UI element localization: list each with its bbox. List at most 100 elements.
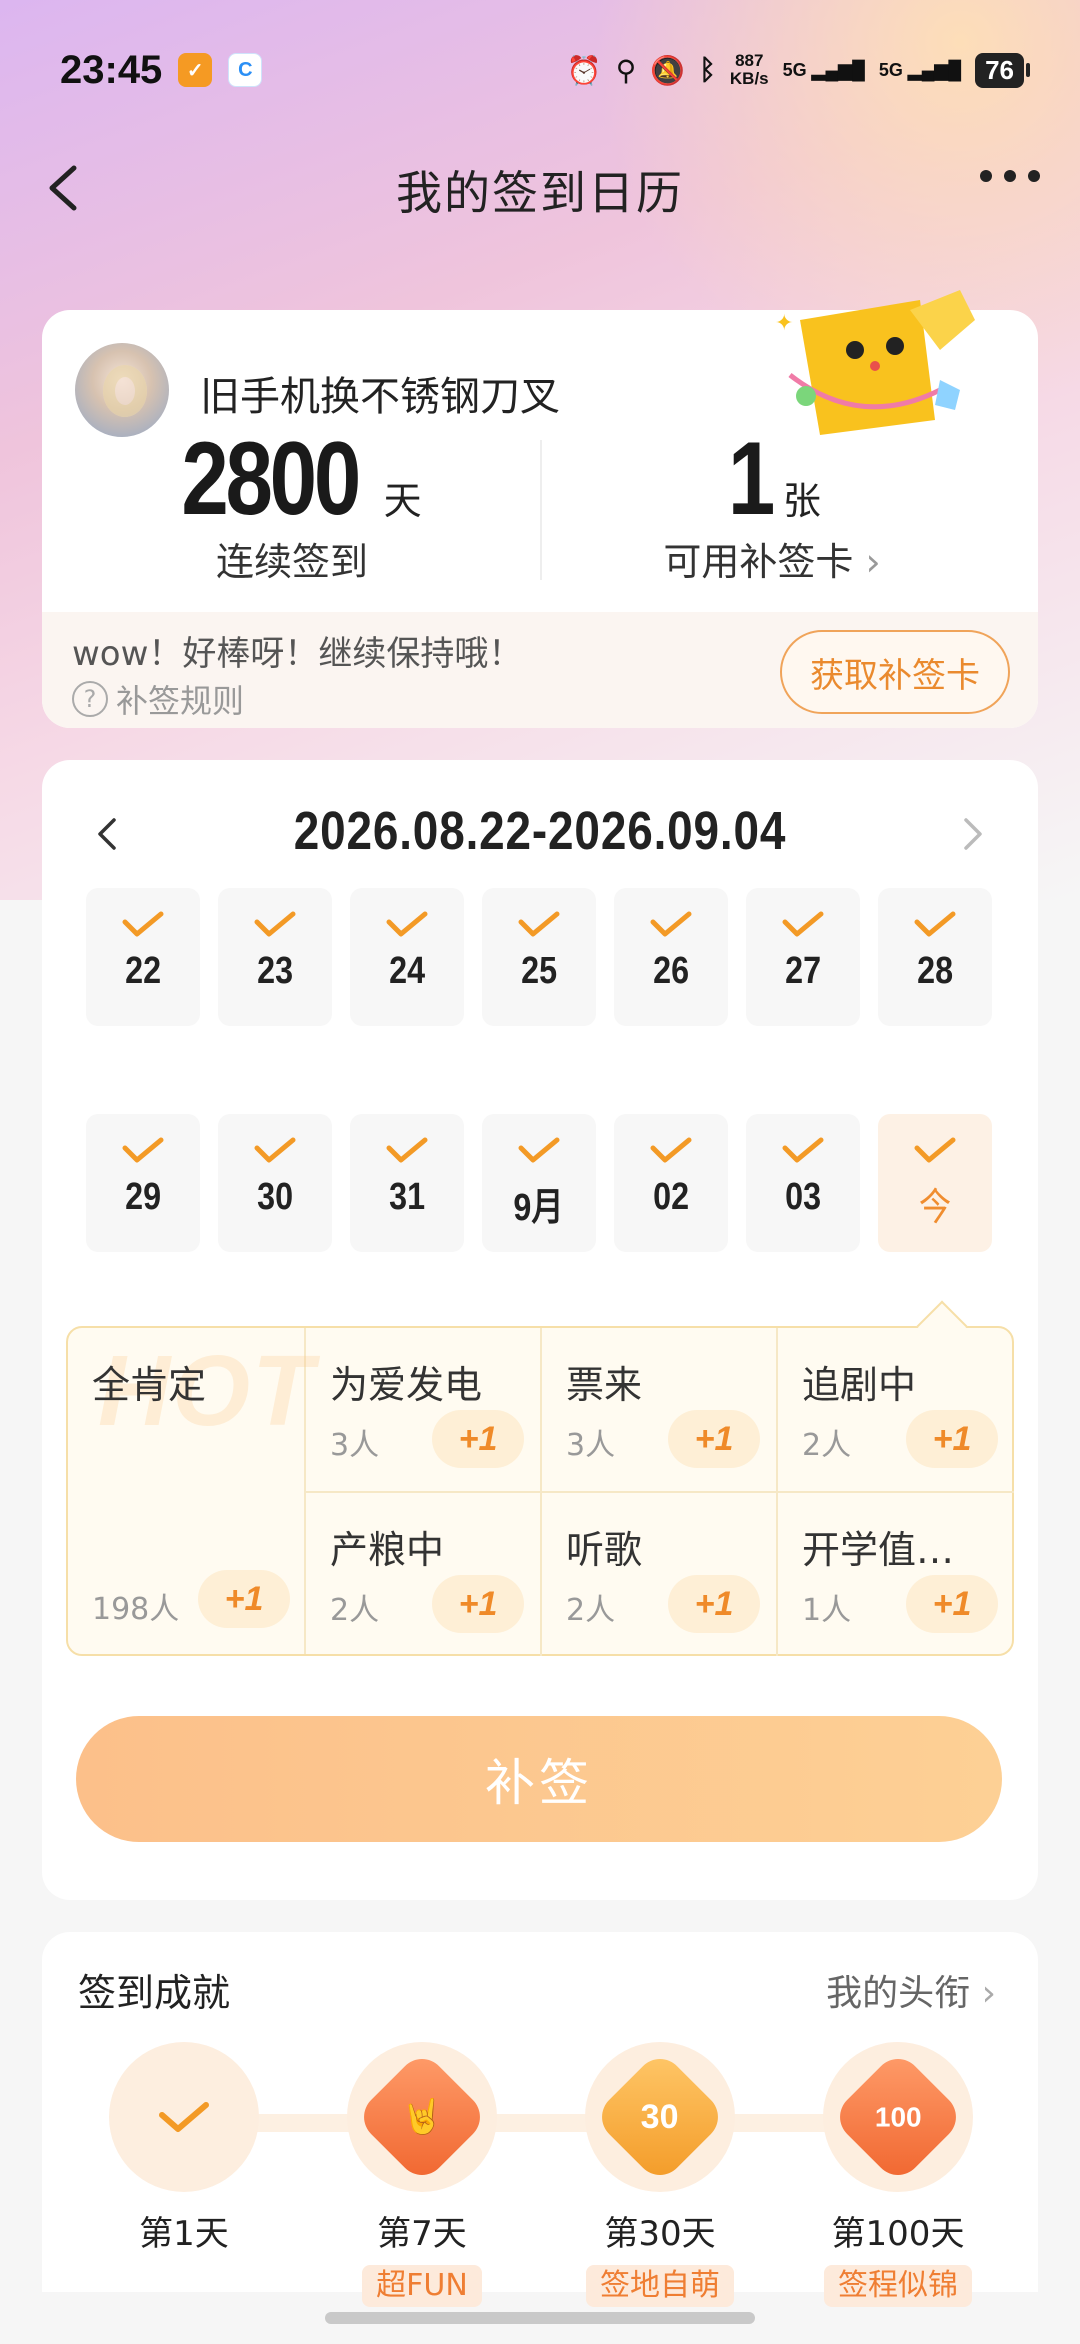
check-icon (122, 1137, 164, 1163)
check-icon (518, 911, 560, 937)
day-grid: 22 23 24 25 26 27 28 29 30 31 9月 02 03 今 (86, 888, 996, 1340)
battery-indicator: 76 (975, 52, 1030, 88)
plus-one-button[interactable]: +1 (906, 1410, 998, 1468)
nav-bar: 我的签到日历 (0, 140, 1080, 240)
achievements-title: 签到成就 (78, 1971, 231, 2015)
achievement-tag: 超FUN (362, 2265, 482, 2307)
chevron-right-icon: › (970, 1973, 996, 2014)
streak-label: 连续签到 (215, 540, 368, 584)
date-range: 2026.08.22-2026.09.04 (293, 801, 787, 861)
day-cell[interactable]: 31 (350, 1114, 464, 1252)
day-cell[interactable]: 9月 (482, 1114, 596, 1252)
mood-tag[interactable]: 听歌 2人 +1 (542, 1493, 778, 1656)
mood-tag[interactable]: 票来 3人 +1 (542, 1328, 778, 1491)
day-cell[interactable]: 23 (218, 888, 332, 1026)
day-cell[interactable]: 30 (218, 1114, 332, 1252)
mood-tag[interactable]: 开学值… 1人 +1 (778, 1493, 1014, 1656)
day-cell[interactable]: 27 (746, 888, 860, 1026)
svg-text:✦: ✦ (775, 311, 793, 336)
encourage-text: wow！好棒呀！继续保持哦！ (72, 634, 523, 674)
mute-icon: 🔕 (650, 54, 686, 86)
achievement-day100[interactable]: 100 第100天 签程似锦 (798, 2042, 998, 2307)
achievement-tag: 签地自萌 (586, 2265, 734, 2307)
check-icon (254, 1137, 296, 1163)
makeup-cards-label[interactable]: 可用补签卡 › (542, 531, 1002, 586)
day-cell[interactable]: 26 (614, 888, 728, 1026)
network-speed: 887 KB/s (729, 51, 769, 88)
achievement-badge: 100 (823, 2042, 973, 2192)
achievement-badge: 30 (585, 2042, 735, 2192)
achievement-badge (109, 2042, 259, 2192)
mood-tag[interactable]: 追剧中 2人 +1 (778, 1328, 1014, 1491)
achievement-day7[interactable]: 🤘 第7天 超FUN (322, 2042, 522, 2307)
streak-stat: 2800 天 连续签到 (102, 420, 482, 586)
check-icon (914, 1137, 956, 1163)
alarm-icon: ⏰ (566, 54, 602, 86)
mascot-icon: ✦ (775, 290, 975, 435)
day-cell[interactable]: 24 (350, 888, 464, 1026)
streak-days: 2800 (181, 421, 362, 537)
status-bar: 23:45 ✓ C ⏰ ⚲ 🔕 ᛒ 887 KB/s 5G ▂▄▆█ 5G ▂▄▆… (0, 0, 1080, 140)
username: 旧手机换不锈钢刀叉 (200, 374, 560, 420)
app-c-icon: C (228, 53, 263, 87)
mood-tag-panel: HOT 全肯定 198人 +1 为爱发电 3人 +1 票来 3人 +1 追剧中 … (66, 1300, 1014, 1656)
hundred-days-badge-icon: 100 (830, 2049, 966, 2185)
streak-unit: 天 (383, 479, 422, 523)
check-icon (386, 1137, 428, 1163)
makeup-sign-button[interactable]: 补签 (76, 1716, 1002, 1842)
thirty-days-badge-icon: 30 (592, 2049, 728, 2185)
achievement-badge: 🤘 (347, 2042, 497, 2192)
mood-tag-name: 全肯定 (92, 1363, 207, 1407)
plus-one-button[interactable]: +1 (906, 1575, 998, 1633)
plus-one-button[interactable]: +1 (432, 1410, 524, 1468)
achievement-day30[interactable]: 30 第30天 签地自萌 (560, 2042, 760, 2307)
day-cell[interactable]: 02 (614, 1114, 728, 1252)
day-cell-today[interactable]: 今 (878, 1114, 992, 1252)
home-indicator[interactable] (325, 2312, 755, 2324)
encourage-row: wow！好棒呀！继续保持哦！ ? 补签规则 获取补签卡 (42, 612, 1038, 728)
plus-one-button[interactable]: +1 (432, 1575, 524, 1633)
next-range-icon[interactable] (950, 812, 994, 856)
check-icon (159, 2102, 209, 2132)
achievement-tag: 签程似锦 (824, 2265, 972, 2307)
mood-tag-count: 198人 (92, 1592, 180, 1627)
mood-tag[interactable]: 产粮中 2人 +1 (306, 1493, 542, 1656)
location-icon: ⚲ (615, 54, 637, 86)
page-title: 我的签到日历 (396, 166, 684, 220)
day-cell[interactable]: 22 (86, 888, 200, 1026)
check-icon (914, 911, 956, 937)
plus-one-button[interactable]: +1 (668, 1575, 760, 1633)
day-cell[interactable]: 29 (86, 1114, 200, 1252)
calendar-card: 2026.08.22-2026.09.04 22 23 24 25 26 27 … (42, 760, 1038, 1900)
makeup-rule-link[interactable]: ? 补签规则 (72, 676, 244, 722)
question-icon: ? (72, 681, 108, 717)
my-title-link[interactable]: 我的头衔 › (826, 1964, 996, 2016)
check-icon (650, 1137, 692, 1163)
check-icon (782, 911, 824, 937)
app-notification-icon: ✓ (178, 53, 213, 87)
day-cell[interactable]: 25 (482, 888, 596, 1026)
check-icon (122, 911, 164, 937)
day-cell[interactable]: 03 (746, 1114, 860, 1252)
plus-one-button[interactable]: +1 (198, 1570, 290, 1628)
achievement-day1[interactable]: 第1天 (84, 2042, 284, 2255)
get-makeup-card-button[interactable]: 获取补签卡 (780, 630, 1010, 714)
day-cell[interactable]: 28 (878, 888, 992, 1026)
more-options-icon[interactable] (980, 170, 1040, 182)
chevron-right-icon: › (853, 540, 881, 584)
week-row-1: 22 23 24 25 26 27 28 (86, 888, 996, 1026)
achievements-card: 签到成就 我的头衔 › 第1天 🤘 第7天 超FUN 30 第30天 签地自萌 … (42, 1932, 1038, 2307)
calendar-header: 2026.08.22-2026.09.04 (42, 800, 1038, 870)
back-arrow-icon[interactable] (36, 158, 96, 218)
plus-one-button[interactable]: +1 (668, 1410, 760, 1468)
signal-1: 5G ▂▄▆█ (782, 60, 865, 80)
week-row-2: 29 30 31 9月 02 03 今 (86, 1114, 996, 1252)
check-icon (386, 911, 428, 937)
mood-tag-main[interactable]: HOT 全肯定 198人 +1 (68, 1328, 313, 1654)
signal-2: 5G ▂▄▆█ (878, 60, 962, 80)
bluetooth-icon: ᛒ (699, 54, 716, 85)
makeup-cards-unit: 张 (782, 479, 821, 523)
check-icon (650, 911, 692, 937)
mood-tag[interactable]: 为爱发电 3人 +1 (306, 1328, 542, 1491)
check-icon (518, 1137, 560, 1163)
